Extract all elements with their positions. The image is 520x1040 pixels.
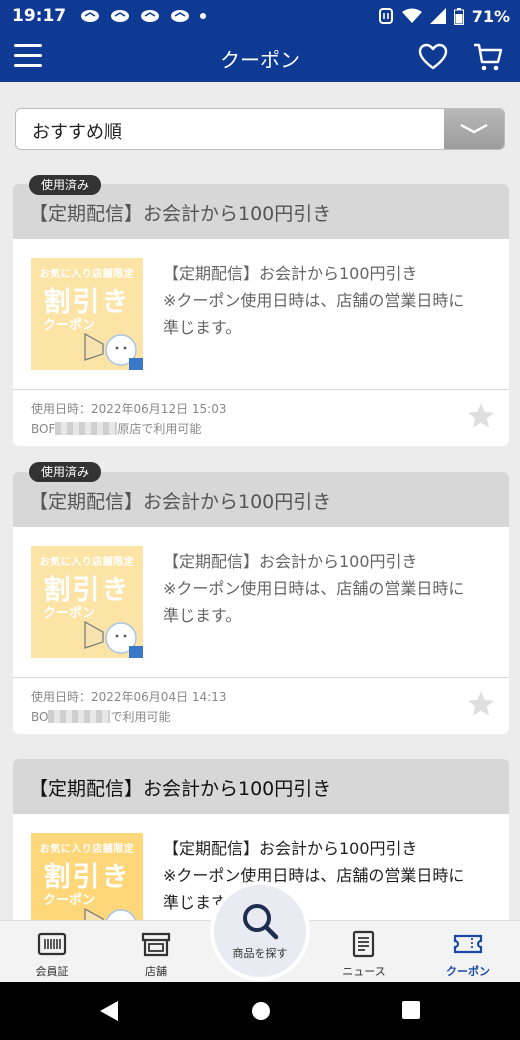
coupon-image-caption: お気に入り店舗限定 bbox=[39, 844, 135, 855]
recents-icon[interactable] bbox=[401, 1000, 421, 1020]
coupon-image-caption: お気に入り店舗限定 bbox=[39, 557, 135, 568]
coupon-description-line: 【定期配信】お会計から100円引き bbox=[163, 552, 418, 571]
coupon-card-body: お気に入り店舗限定 割引き クーポン 【定期配信】お会計から100円引き ※クー… bbox=[13, 527, 509, 677]
notification-icons bbox=[80, 9, 207, 23]
coupon-description: 【定期配信】お会計から100円引き ※クーポン使用日時は、店舗の営業日時に 準じ… bbox=[163, 835, 493, 916]
coupon-store: BOF 原店で利用可能 bbox=[31, 420, 201, 437]
signal-icon bbox=[429, 8, 446, 24]
coupon-store: BO で利用可能 bbox=[31, 708, 170, 725]
coupon-image-caption: お気に入り店舗限定 bbox=[39, 269, 135, 280]
nav-coupon-label: クーポン bbox=[446, 965, 490, 978]
coupon-description-line: 準じます。 bbox=[163, 606, 242, 625]
sort-dropdown-button[interactable] bbox=[444, 109, 504, 149]
more-notifications-dot-icon bbox=[200, 13, 207, 19]
heart-icon[interactable] bbox=[418, 42, 448, 72]
coupon-ticket-icon bbox=[453, 934, 483, 954]
coupon-store-suffix: で利用可能 bbox=[110, 710, 171, 724]
back-icon[interactable] bbox=[98, 1000, 120, 1022]
system-navigation-bar bbox=[0, 982, 520, 1040]
product-search-label: 商品を探す bbox=[232, 947, 288, 960]
mascot-megaphone-icon bbox=[84, 620, 143, 658]
sort-select[interactable]: おすすめ順 bbox=[15, 108, 505, 150]
coupon-card[interactable]: 【定期配信】お会計から100円引き お気に入り店舗限定 割引き クーポン 【定期… bbox=[13, 472, 509, 734]
app-bar: クーポン bbox=[0, 32, 520, 82]
coupon-title: 【定期配信】お会計から100円引き bbox=[29, 203, 332, 225]
coupon-store-prefix: BOF bbox=[31, 422, 56, 436]
coupon-description: 【定期配信】お会計から100円引き ※クーポン使用日時は、店舗の営業日時に 準じ… bbox=[163, 548, 493, 629]
nav-news-label: ニュース bbox=[342, 965, 386, 978]
star-icon[interactable] bbox=[467, 690, 495, 718]
product-search-button[interactable]: 商品を探す bbox=[214, 885, 306, 977]
used-badge: 使用済み bbox=[29, 175, 102, 195]
coupon-description-line: ※クーポン使用日時は、店舗の営業日時に bbox=[163, 291, 465, 310]
coupon-description-line: ※クーポン使用日時は、店舗の営業日時に bbox=[163, 866, 465, 885]
notification-icon bbox=[141, 10, 160, 22]
coupon-description: 【定期配信】お会計から100円引き ※クーポン使用日時は、店舗の営業日時に 準じ… bbox=[163, 260, 493, 341]
notification-icon bbox=[171, 10, 190, 22]
nav-news[interactable]: ニュース bbox=[319, 921, 409, 983]
coupon-card-footer: 使用日時：2022年06月04日 14:13 BO で利用可能 bbox=[13, 677, 509, 734]
used-badge: 使用済み bbox=[29, 462, 102, 482]
coupon-card-body: お気に入り店舗限定 割引き クーポン 【定期配信】お会計から100円引き ※クー… bbox=[13, 239, 509, 389]
coupon-card-header: 【定期配信】お会計から100円引き bbox=[13, 759, 509, 814]
coupon-store-suffix: 原店で利用可能 bbox=[117, 422, 202, 436]
cart-icon[interactable] bbox=[472, 41, 504, 73]
coupon-image: お気に入り店舗限定 割引き クーポン bbox=[31, 258, 143, 370]
battery-percent: 71% bbox=[471, 6, 510, 26]
nav-coupon[interactable]: クーポン bbox=[423, 921, 513, 983]
nav-stores[interactable]: 店舗 bbox=[111, 921, 201, 983]
coupon-used-date: 使用日時：2022年06月12日 15:03 bbox=[31, 402, 227, 416]
search-icon bbox=[243, 904, 279, 940]
news-icon bbox=[352, 930, 375, 958]
coupon-store-prefix: BO bbox=[31, 710, 49, 724]
nav-member-label: 会員証 bbox=[35, 965, 69, 978]
coupon-description-line: 準じます。 bbox=[163, 318, 242, 337]
coupon-title: 【定期配信】お会計から100円引き bbox=[29, 491, 332, 513]
coupon-card[interactable]: 【定期配信】お会計から100円引き お気に入り店舗限定 割引き クーポン 【定期… bbox=[13, 184, 509, 446]
notification-icon bbox=[81, 10, 100, 22]
status-bar: 19:17 71% bbox=[0, 0, 520, 32]
star-icon[interactable] bbox=[467, 402, 495, 430]
store-icon bbox=[141, 932, 171, 957]
coupon-description-line: 【定期配信】お会計から100円引き bbox=[163, 264, 418, 283]
coupon-description-line: ※クーポン使用日時は、店舗の営業日時に bbox=[163, 579, 465, 598]
status-time: 19:17 bbox=[12, 6, 67, 26]
redacted-store-name bbox=[48, 710, 111, 723]
nav-member-card[interactable]: 会員証 bbox=[7, 921, 97, 983]
redacted-store-name bbox=[55, 422, 118, 435]
coupon-title: 【定期配信】お会計から100円引き bbox=[29, 778, 332, 800]
sort-selected-label: おすすめ順 bbox=[32, 122, 122, 143]
status-right: 71% bbox=[378, 0, 510, 32]
coupon-image: お気に入り店舗限定 割引き クーポン bbox=[31, 546, 143, 658]
coupon-used-date: 使用日時：2022年06月04日 14:13 bbox=[31, 690, 227, 704]
home-icon[interactable] bbox=[250, 1000, 272, 1022]
nfc-icon bbox=[378, 8, 393, 24]
chevron-down-icon bbox=[460, 123, 488, 134]
notification-icon bbox=[111, 10, 130, 22]
battery-icon bbox=[453, 7, 464, 25]
nav-stores-label: 店舗 bbox=[145, 965, 167, 978]
coupon-description-line: 【定期配信】お会計から100円引き bbox=[163, 839, 418, 858]
wifi-icon bbox=[401, 8, 422, 23]
mascot-megaphone-icon bbox=[84, 332, 143, 370]
member-card-icon bbox=[37, 932, 67, 956]
coupon-description-line: 準じます bbox=[163, 893, 228, 912]
coupon-card-footer: 使用日時：2022年06月12日 15:03 BOF 原店で利用可能 bbox=[13, 389, 509, 446]
